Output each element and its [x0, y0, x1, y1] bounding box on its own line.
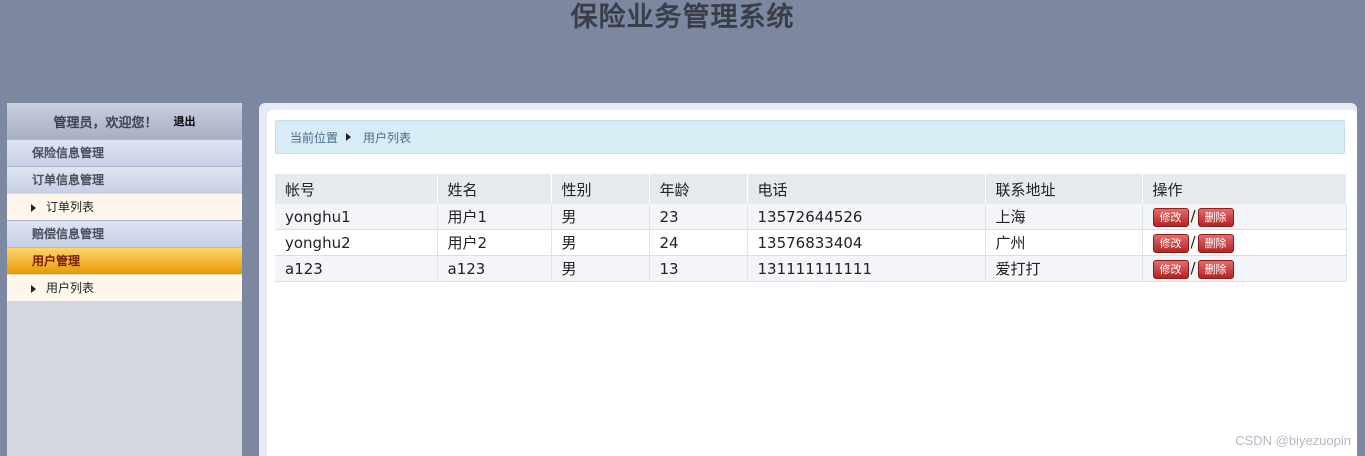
table-row: yonghu2 用户2 男 24 13576833404 广州 修改 / 删除 [275, 229, 1347, 256]
cell-address: 上海 [985, 204, 1143, 230]
cell-gender: 男 [551, 255, 650, 282]
menu-user-list-label: 用户列表 [46, 281, 95, 295]
action-separator: / [1190, 206, 1196, 225]
action-separator: / [1190, 258, 1196, 277]
cell-name: 用户2 [437, 229, 552, 256]
breadcrumb-prefix: 当前位置 [290, 130, 339, 145]
col-actions: 操作 [1142, 174, 1347, 204]
table-row: a123 a123 男 13 131111111111 爱打打 修改 / 删除 [275, 255, 1347, 282]
breadcrumb: 当前位置 用户列表 [275, 120, 1345, 154]
content-area: 当前位置 用户列表 帐号 姓名 性别 年龄 电话 联系地址 操作 yonghu1… [267, 110, 1357, 456]
table-header-row: 帐号 姓名 性别 年龄 电话 联系地址 操作 [275, 174, 1347, 204]
cell-name: 用户1 [437, 204, 552, 230]
cell-actions: 修改 / 删除 [1142, 204, 1347, 230]
menu-order-list-label: 订单列表 [46, 200, 95, 214]
menu-order-list[interactable]: 订单列表 [7, 193, 242, 220]
welcome-text: 管理员，欢迎您！ [53, 115, 158, 131]
edit-button[interactable]: 修改 [1152, 233, 1189, 253]
col-account: 帐号 [275, 174, 438, 204]
cell-address: 广州 [985, 229, 1143, 256]
breadcrumb-arrow-icon [346, 133, 352, 141]
cell-phone: 13576833404 [747, 229, 986, 256]
cell-actions: 修改 / 删除 [1142, 255, 1347, 282]
cell-age: 24 [649, 229, 748, 256]
cell-name: a123 [437, 255, 552, 282]
col-address: 联系地址 [985, 174, 1143, 204]
logout-link[interactable]: 退出 [174, 113, 196, 129]
cell-age: 13 [649, 255, 748, 282]
col-gender: 性别 [551, 174, 650, 204]
cell-account: a123 [275, 255, 438, 282]
menu-user-list[interactable]: 用户列表 [7, 274, 242, 301]
cell-gender: 男 [551, 229, 650, 256]
app-title: 保险业务管理系统 [570, 2, 795, 33]
cell-gender: 男 [551, 204, 650, 230]
cell-phone: 13572644526 [747, 204, 986, 230]
menu-compensation-management[interactable]: 赔偿信息管理 [7, 220, 242, 247]
delete-button[interactable]: 删除 [1197, 259, 1234, 279]
menu-user-management[interactable]: 用户管理 [7, 247, 242, 274]
menu-insurance-management[interactable]: 保险信息管理 [7, 139, 242, 166]
col-phone: 电话 [747, 174, 986, 204]
cell-account: yonghu1 [275, 204, 438, 230]
user-table: 帐号 姓名 性别 年龄 电话 联系地址 操作 yonghu1 用户1 男 23 … [275, 174, 1347, 282]
sidebar-header: 管理员，欢迎您！ 退出 [7, 103, 242, 139]
delete-button[interactable]: 删除 [1197, 207, 1234, 227]
delete-button[interactable]: 删除 [1197, 233, 1234, 253]
edit-button[interactable]: 修改 [1152, 207, 1189, 227]
cell-actions: 修改 / 删除 [1142, 229, 1347, 256]
caret-right-icon [31, 284, 36, 293]
table-row: yonghu1 用户1 男 23 13572644526 上海 修改 / 删除 [275, 204, 1347, 230]
action-separator: / [1190, 232, 1196, 251]
main-panel: 当前位置 用户列表 帐号 姓名 性别 年龄 电话 联系地址 操作 yonghu1… [259, 103, 1357, 456]
col-name: 姓名 [437, 174, 552, 204]
cell-address: 爱打打 [985, 255, 1143, 282]
cell-account: yonghu2 [275, 229, 438, 256]
breadcrumb-current[interactable]: 用户列表 [363, 129, 411, 146]
col-age: 年龄 [649, 174, 748, 204]
cell-phone: 131111111111 [747, 255, 986, 282]
cell-age: 23 [649, 204, 748, 230]
edit-button[interactable]: 修改 [1152, 259, 1189, 279]
caret-right-icon [31, 203, 36, 212]
menu-order-management[interactable]: 订单信息管理 [7, 166, 242, 193]
watermark: CSDN @biyezuopin [1235, 433, 1351, 448]
sidebar: 管理员，欢迎您！ 退出 保险信息管理 订单信息管理 订单列表 赔偿信息管理 用户… [7, 103, 242, 456]
